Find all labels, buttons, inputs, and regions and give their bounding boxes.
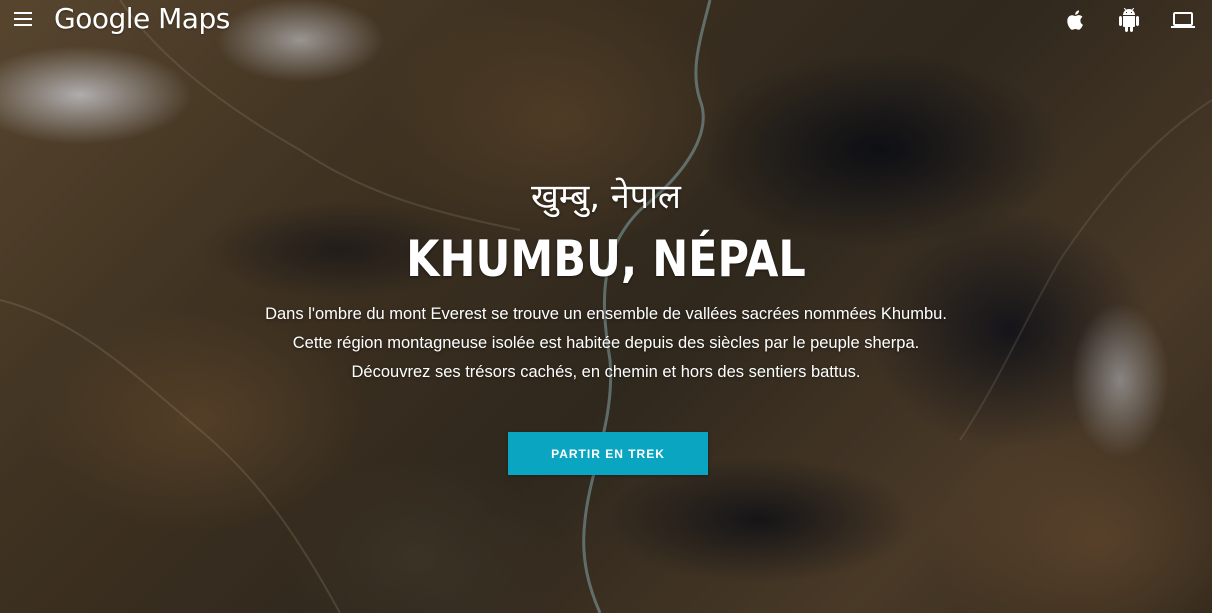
description-line: Dans l'ombre du mont Everest se trouve u… [265, 305, 947, 323]
start-trek-button[interactable]: PARTIR EN TREK [508, 432, 708, 475]
top-bar: Google Maps [0, 0, 1212, 42]
description-line: Découvrez ses trésors cachés, en chemin … [351, 363, 861, 381]
page-title: KHUMBU, NÉPAL [406, 230, 806, 288]
native-title: खुम्बु, नेपाल [531, 177, 681, 217]
google-maps-logo[interactable]: Google Maps [54, 2, 230, 35]
laptop-icon[interactable] [1171, 8, 1195, 32]
hero-content: खुम्बु, नेपाल KHUMBU, NÉPAL Dans l'ombre… [0, 174, 1212, 387]
android-icon[interactable] [1117, 8, 1141, 32]
apple-icon[interactable] [1064, 8, 1088, 32]
description-line: Cette région montagneuse isolée est habi… [292, 334, 920, 352]
hamburger-menu-icon[interactable] [14, 12, 32, 26]
satellite-background: Google Maps खुम्बु, नेपाल KHUMBU, NÉPAL … [0, 0, 1212, 613]
hero-description: Dans l'ombre du mont Everest se trouve u… [0, 300, 1212, 387]
